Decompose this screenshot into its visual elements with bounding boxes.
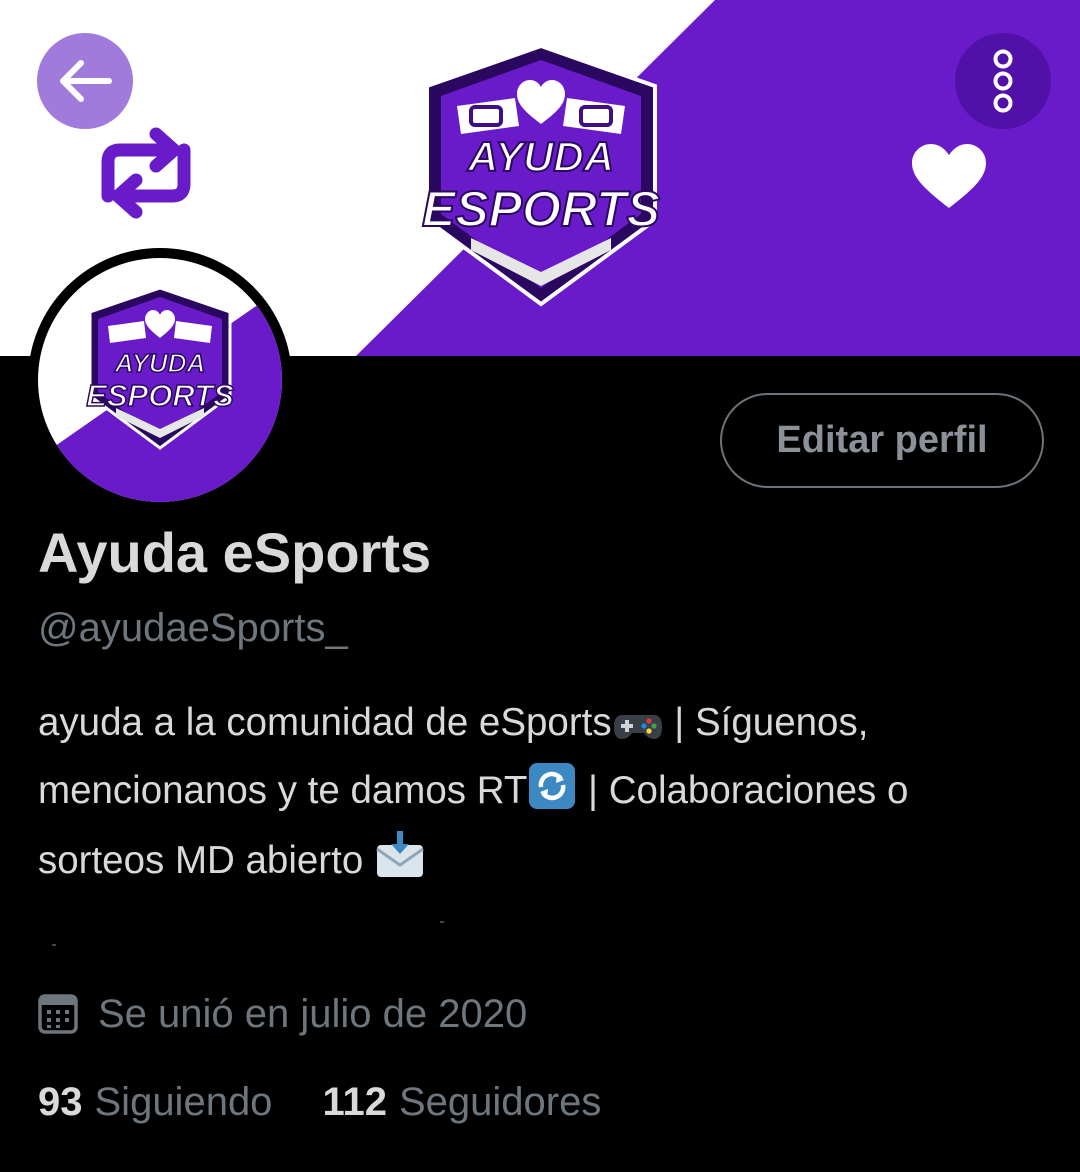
more-vertical-icon xyxy=(993,49,1013,113)
followers-label: Seguidores xyxy=(398,1080,602,1124)
back-button[interactable] xyxy=(37,33,133,129)
refresh-emoji xyxy=(527,761,577,829)
arrow-left-icon xyxy=(60,60,112,102)
speck xyxy=(52,944,56,946)
bio-line2-rest: | Colaboraciones o xyxy=(577,769,909,812)
joined-text: Se unió en julio de 2020 xyxy=(98,991,528,1036)
gamepad-emoji xyxy=(612,701,664,761)
bio-line2-text: mencionanos y te damos RT xyxy=(38,769,528,812)
profile-handle: @ayudaeSports_ xyxy=(38,606,348,650)
banner-logo-line2: ESPORTS xyxy=(422,181,660,237)
followers-count: 112 xyxy=(322,1080,387,1124)
avatar-logo-line2: ESPORTS xyxy=(86,378,234,413)
more-options-button[interactable] xyxy=(955,33,1051,129)
avatar-logo-line1: AYUDA xyxy=(114,348,206,378)
following-stat[interactable]: 93 Siguiendo xyxy=(38,1080,272,1125)
following-count: 93 xyxy=(38,1080,83,1124)
profile-screen: AYUDA ESPORTS AYUDA ESPORTS Editar perfi… xyxy=(0,0,1080,1172)
profile-bio: ayuda a la comunidad de eSports | Síguen… xyxy=(38,693,1058,899)
avatar[interactable]: AYUDA ESPORTS xyxy=(28,248,292,512)
calendar-icon xyxy=(38,994,78,1034)
avatar-image: AYUDA ESPORTS xyxy=(38,258,282,502)
speck xyxy=(440,921,444,923)
following-label: Siguiendo xyxy=(94,1080,273,1124)
edit-profile-button[interactable]: Editar perfil xyxy=(720,393,1044,488)
display-name: Ayuda eSports xyxy=(38,521,432,584)
bio-line3-text: sorteos MD abierto xyxy=(38,839,374,882)
profile-stats: 93 Siguiendo 112 Seguidores xyxy=(38,1080,601,1125)
incoming-envelope-emoji xyxy=(374,829,426,899)
joined-date: Se unió en julio de 2020 xyxy=(38,986,527,1042)
followers-stat[interactable]: 112 Seguidores xyxy=(322,1080,601,1125)
bio-line1-text: ayuda a la comunidad de eSports xyxy=(38,701,612,744)
banner-logo-line1: AYUDA xyxy=(467,133,614,180)
bio-line1-rest: | Síguenos, xyxy=(663,701,869,744)
